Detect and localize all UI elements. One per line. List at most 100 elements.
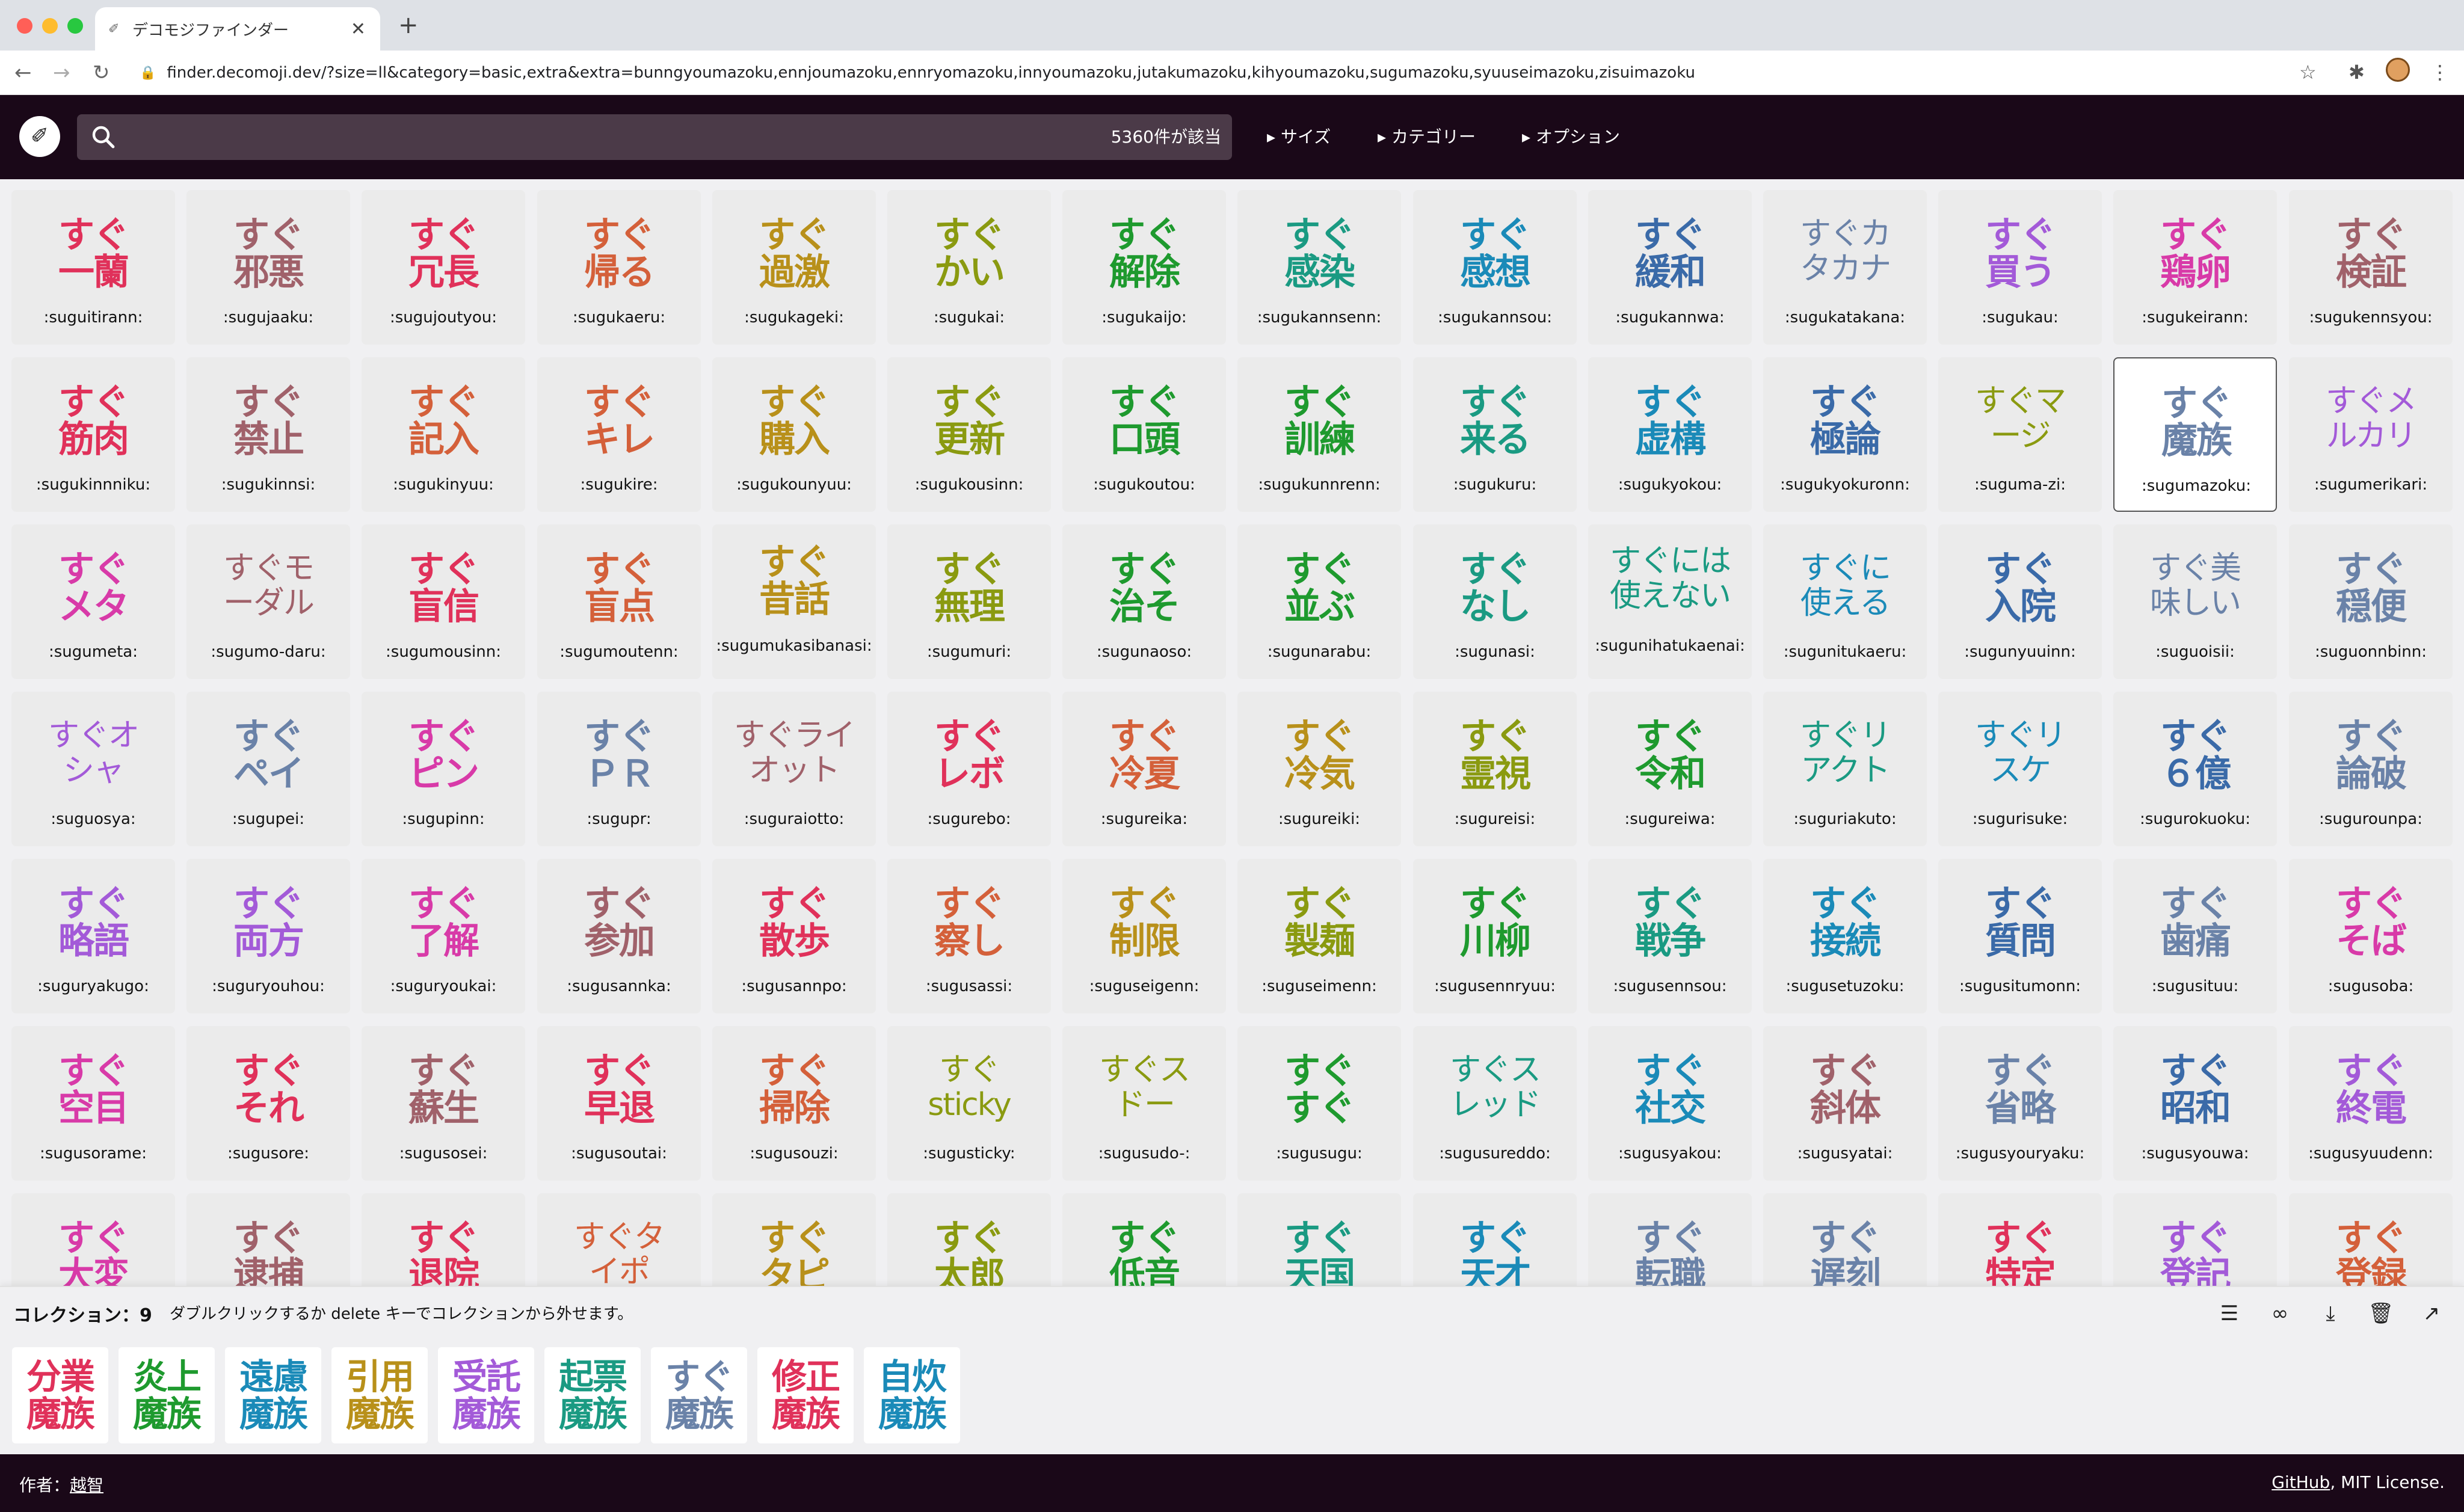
- emoji-tile[interactable]: すぐ 天才: [1413, 1193, 1577, 1286]
- emoji-tile[interactable]: すぐ 冗長:sugujoutyou:: [362, 190, 525, 345]
- emoji-tile[interactable]: すぐ 転職: [1588, 1193, 1752, 1286]
- emoji-tile[interactable]: すぐ 掃除:sugusouzi:: [712, 1026, 876, 1181]
- emoji-tile[interactable]: すぐ かい:sugukai:: [887, 190, 1051, 345]
- forward-icon[interactable]: →: [53, 61, 70, 84]
- app-logo-icon[interactable]: ✐: [19, 116, 60, 157]
- collection-item[interactable]: 分業 魔族: [12, 1347, 108, 1443]
- emoji-tile[interactable]: すぐ 一蘭:suguitirann:: [11, 190, 175, 345]
- emoji-tile[interactable]: すぐ 蘇生:sugusosei:: [362, 1026, 525, 1181]
- collection-item[interactable]: 受託 魔族: [438, 1347, 534, 1443]
- reload-icon[interactable]: ↻: [93, 61, 110, 84]
- minimize-window-button[interactable]: [42, 18, 58, 34]
- emoji-tile[interactable]: すぐ レボ:sugurebo:: [887, 692, 1051, 846]
- emoji-tile[interactable]: すぐ 了解:suguryoukai:: [362, 859, 525, 1013]
- back-icon[interactable]: ←: [14, 61, 32, 84]
- emoji-tile[interactable]: すぐ 盲信:sugumousinn:: [362, 524, 525, 679]
- collection-item[interactable]: 炎上 魔族: [119, 1347, 215, 1443]
- emoji-tile[interactable]: すぐ それ:sugusore:: [186, 1026, 350, 1181]
- emoji-tile[interactable]: すぐ 太郎: [887, 1193, 1051, 1286]
- emoji-tile[interactable]: すぐ 冷夏:sugureika:: [1062, 692, 1226, 846]
- emoji-tile[interactable]: すぐ メタ:sugumeta:: [11, 524, 175, 679]
- emoji-tile[interactable]: すぐカ タカナ:sugukatakana:: [1763, 190, 1927, 345]
- emoji-tile[interactable]: すぐ 穏便:suguonnbinn:: [2289, 524, 2453, 679]
- bookmark-star-icon[interactable]: ☆: [2299, 60, 2317, 84]
- emoji-tile[interactable]: すぐ 登記: [2113, 1193, 2277, 1286]
- emoji-tile[interactable]: すぐ タピ: [712, 1193, 876, 1286]
- emoji-tile[interactable]: すぐ 口頭:sugukoutou:: [1062, 357, 1226, 512]
- emoji-tile[interactable]: すぐライ オット:suguraiotto:: [712, 692, 876, 846]
- emoji-tile[interactable]: すぐ 入院:sugunyuuinn:: [1938, 524, 2102, 679]
- collection-item[interactable]: 修正 魔族: [757, 1347, 854, 1443]
- emoji-tile[interactable]: すぐス ドー:sugusudo-:: [1062, 1026, 1226, 1181]
- emoji-tile[interactable]: すぐリ スケ:sugurisuke:: [1938, 692, 2102, 846]
- emoji-tile[interactable]: すぐ 解除:sugukaijo:: [1062, 190, 1226, 345]
- emoji-tile[interactable]: すぐ sticky:sugusticky:: [887, 1026, 1051, 1181]
- collection-item[interactable]: 起票 魔族: [544, 1347, 641, 1443]
- emoji-tile[interactable]: すぐには 使えない:sugunihatukaenai:: [1588, 524, 1752, 679]
- author-link[interactable]: 越智: [70, 1475, 103, 1495]
- emoji-tile[interactable]: すぐ 感想:sugukannsou:: [1413, 190, 1577, 345]
- close-tab-icon[interactable]: ✕: [351, 19, 366, 40]
- size-menu[interactable]: ▸ サイズ: [1267, 126, 1331, 148]
- emoji-tile[interactable]: すぐ 接続:sugusetuzoku:: [1763, 859, 1927, 1013]
- emoji-tile[interactable]: すぐ 戦争:sugusennsou:: [1588, 859, 1752, 1013]
- collection-item[interactable]: 自炊 魔族: [864, 1347, 960, 1443]
- emoji-tile[interactable]: すぐメ ルカリ:sugumerikari:: [2289, 357, 2453, 512]
- emoji-tile[interactable]: すぐ 終電:sugusyuudenn:: [2289, 1026, 2453, 1181]
- emoji-tile[interactable]: すぐ 大変: [11, 1193, 175, 1286]
- collection-item[interactable]: 遠慮 魔族: [225, 1347, 321, 1443]
- emoji-tile[interactable]: すぐ 邪悪:sugujaaku:: [186, 190, 350, 345]
- emoji-tile[interactable]: すぐ 略語:suguryakugo:: [11, 859, 175, 1013]
- trash-icon[interactable]: 🗑: [2367, 1299, 2395, 1328]
- emoji-tile[interactable]: すぐ 更新:sugukousinn:: [887, 357, 1051, 512]
- emoji-tile[interactable]: すぐ 買う:sugukau:: [1938, 190, 2102, 345]
- emoji-tile[interactable]: すぐ 並ぶ:sugunarabu:: [1237, 524, 1401, 679]
- emoji-tile[interactable]: すぐ 歯痛:sugusituu:: [2113, 859, 2277, 1013]
- emoji-tile[interactable]: すぐ 無理:sugumuri:: [887, 524, 1051, 679]
- emoji-tile[interactable]: すぐ 参加:sugusannka:: [537, 859, 701, 1013]
- emoji-tile[interactable]: すぐ ＰＲ:sugupr:: [537, 692, 701, 846]
- emoji-tile[interactable]: すぐ 登録: [2289, 1193, 2453, 1286]
- emoji-tile[interactable]: すぐ なし:sugunasi:: [1413, 524, 1577, 679]
- emoji-tile[interactable]: すぐ 空目:sugusorame:: [11, 1026, 175, 1181]
- options-menu[interactable]: ▸ オプション: [1522, 126, 1620, 148]
- emoji-tile[interactable]: すぐ 訓練:sugukunnrenn:: [1237, 357, 1401, 512]
- new-tab-icon[interactable]: +: [398, 13, 419, 37]
- emoji-tile[interactable]: すぐ キレ:sugukire:: [537, 357, 701, 512]
- emoji-tile[interactable]: すぐ 論破:sugurounpa:: [2289, 692, 2453, 846]
- collection-item[interactable]: 引用 魔族: [331, 1347, 428, 1443]
- emoji-tile[interactable]: すぐ 記入:sugukinyuu:: [362, 357, 525, 512]
- category-menu[interactable]: ▸ カテゴリー: [1378, 126, 1476, 148]
- emoji-tile[interactable]: すぐ 鶏卵:sugukeirann:: [2113, 190, 2277, 345]
- emoji-tile[interactable]: すぐ 退院: [362, 1193, 525, 1286]
- emoji-tile[interactable]: すぐ 制限:suguseigenn:: [1062, 859, 1226, 1013]
- emoji-tile[interactable]: すぐ 昔話:sugumukasibanasi:: [712, 524, 876, 679]
- profile-avatar[interactable]: [2386, 58, 2410, 82]
- emoji-tile[interactable]: すぐ ピン:sugupinn:: [362, 692, 525, 846]
- maximize-window-button[interactable]: [67, 18, 83, 34]
- emoji-tile[interactable]: すぐ 質問:sugusitumonn:: [1938, 859, 2102, 1013]
- emoji-tile[interactable]: すぐ ペイ:sugupei:: [186, 692, 350, 846]
- link-icon[interactable]: ∞: [2265, 1299, 2294, 1328]
- emoji-tile[interactable]: すぐマ ージ:suguma-zi:: [1938, 357, 2102, 512]
- emoji-tile[interactable]: すぐ 筋肉:sugukinnniku:: [11, 357, 175, 512]
- emoji-tile[interactable]: すぐス レッド:sugusureddo:: [1413, 1026, 1577, 1181]
- search-input[interactable]: [131, 114, 1094, 160]
- emoji-tile[interactable]: すぐ 社交:sugusyakou:: [1588, 1026, 1752, 1181]
- emoji-tile[interactable]: すぐ 魔族:sugumazoku:: [2113, 357, 2277, 512]
- collection-item[interactable]: すぐ 魔族: [651, 1347, 747, 1443]
- emoji-tile[interactable]: すぐ 過激:sugukageki:: [712, 190, 876, 345]
- download-icon[interactable]: ⤓: [2316, 1299, 2345, 1328]
- emoji-tile[interactable]: すぐタ イポ: [537, 1193, 701, 1286]
- emoji-tile[interactable]: すぐ 盲点:sugumoutenn:: [537, 524, 701, 679]
- emoji-tile[interactable]: すぐ 両方:suguryouhou:: [186, 859, 350, 1013]
- emoji-tile[interactable]: すぐ 冷気:sugureiki:: [1237, 692, 1401, 846]
- external-icon[interactable]: ↗: [2417, 1299, 2446, 1328]
- emoji-tile[interactable]: すぐ 川柳:sugusennryuu:: [1413, 859, 1577, 1013]
- emoji-tile[interactable]: すぐ 購入:sugukounyuu:: [712, 357, 876, 512]
- emoji-tile[interactable]: すぐ 逮捕: [186, 1193, 350, 1286]
- emoji-tile[interactable]: すぐ 霊視:sugureisi:: [1413, 692, 1577, 846]
- emoji-tile[interactable]: すぐ 令和:sugureiwa:: [1588, 692, 1752, 846]
- emoji-tile[interactable]: すぐ 省略:sugusyouryaku:: [1938, 1026, 2102, 1181]
- emoji-tile[interactable]: すぐ 低音: [1062, 1193, 1226, 1286]
